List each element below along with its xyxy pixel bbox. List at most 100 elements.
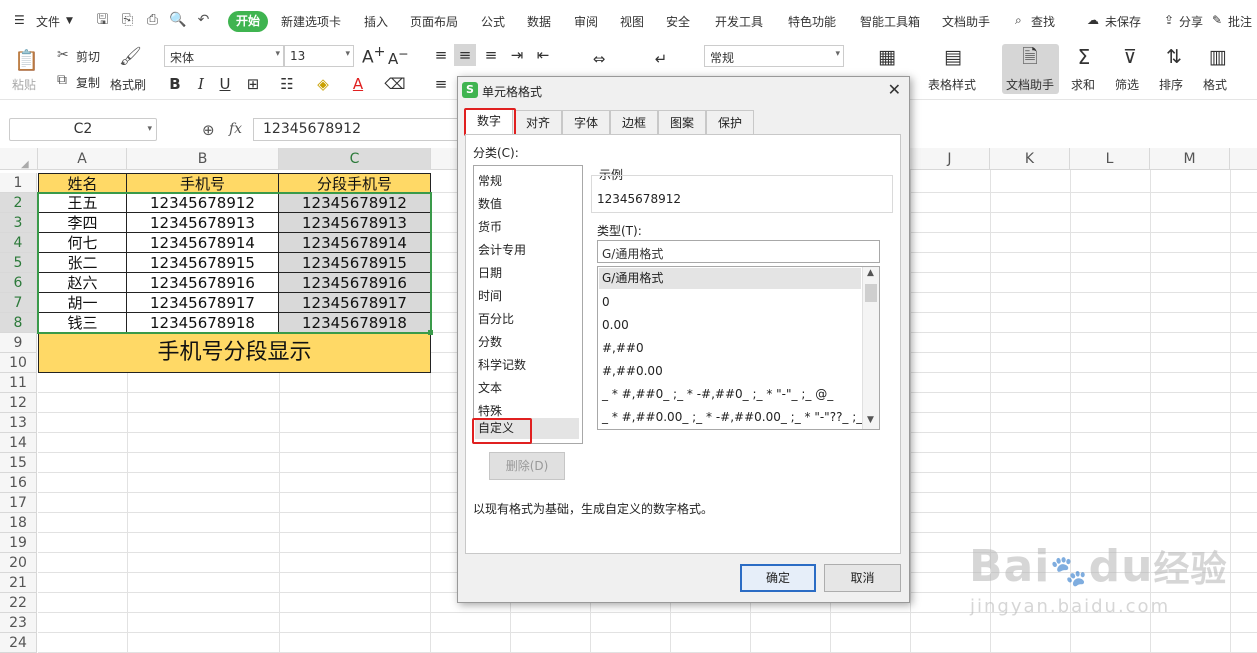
row-header[interactable]: 5 [0, 253, 37, 273]
cell-name[interactable]: 王五 [38, 193, 127, 213]
row-header[interactable]: 1 [0, 173, 37, 193]
type-item[interactable]: #,##0 [602, 341, 644, 355]
menu-view[interactable]: 视图 [620, 13, 644, 30]
cell-segmented-phone[interactable]: 12345678913 [279, 213, 431, 233]
row-header[interactable]: 24 [0, 633, 37, 653]
menu-developer[interactable]: 开发工具 [715, 13, 763, 30]
menu-file[interactable]: 文件 [36, 13, 60, 30]
sort-button[interactable]: 排序 [1159, 76, 1183, 93]
filter-button[interactable]: 筛选 [1115, 76, 1139, 93]
format-icon[interactable]: ▥ [1207, 46, 1229, 68]
row-header[interactable]: 11 [0, 373, 37, 393]
cell-segmented-phone[interactable]: 12345678918 [279, 313, 431, 333]
comment-icon[interactable]: ✎ [1212, 13, 1222, 27]
number-format-select[interactable]: 常规 ▾ [704, 45, 844, 67]
font-color-icon[interactable]: A [347, 73, 369, 95]
banner-cell[interactable]: 手机号分段显示 [38, 333, 431, 373]
format-painter-icon[interactable]: 🖌 [119, 46, 142, 68]
format-painter-button[interactable]: 格式刷 [110, 76, 146, 93]
type-item[interactable]: #,##0.00 [602, 364, 663, 378]
select-all-corner[interactable]: ◢ [0, 148, 38, 170]
table-style-icon[interactable]: ▤ [942, 46, 964, 68]
indent-icon[interactable]: ⇥ [506, 44, 528, 66]
fx-button[interactable]: fx [229, 121, 242, 137]
row-header[interactable]: 17 [0, 493, 37, 513]
row-header[interactable]: 19 [0, 533, 37, 553]
header-cell-phone[interactable]: 手机号 [127, 173, 279, 193]
row-header[interactable]: 13 [0, 413, 37, 433]
row-header[interactable]: 23 [0, 613, 37, 633]
category-item[interactable]: 科学记数 [478, 356, 526, 373]
column-header-k[interactable]: K [990, 148, 1070, 170]
sum-icon[interactable]: Σ [1073, 46, 1095, 68]
font-size-select[interactable]: 13 ▾ [284, 45, 354, 67]
cell-style-icon[interactable]: ☷ [276, 73, 298, 95]
align-top-icon[interactable]: ≡ [430, 44, 452, 66]
save-icon[interactable]: 🖫 [94, 12, 111, 29]
scroll-down-icon[interactable]: ▼ [867, 415, 874, 425]
cell-name[interactable]: 李四 [38, 213, 127, 233]
category-item[interactable]: 时间 [478, 287, 502, 304]
cell-phone[interactable]: 12345678912 [127, 193, 279, 213]
wrap-icon[interactable]: ↵ [650, 48, 672, 70]
align-left-icon[interactable]: ≡ [430, 73, 452, 95]
row-header[interactable]: 2 [0, 193, 37, 213]
underline-button[interactable]: U [214, 73, 236, 95]
table-style-button[interactable]: 表格样式 [928, 76, 976, 93]
outdent-icon[interactable]: ⇤ [532, 44, 554, 66]
category-item[interactable]: 分数 [478, 333, 502, 350]
tab-font[interactable]: 字体 [562, 110, 610, 134]
column-header-m[interactable]: M [1150, 148, 1230, 170]
row-header[interactable]: 10 [0, 353, 37, 373]
tab-pattern[interactable]: 图案 [658, 110, 706, 134]
tab-border[interactable]: 边框 [610, 110, 658, 134]
menu-home-tab[interactable]: 开始 [228, 11, 268, 32]
type-input[interactable]: G/通用格式 [597, 240, 880, 263]
unsaved-status[interactable]: 未保存 [1105, 13, 1141, 30]
comment-button[interactable]: 批注 [1228, 13, 1252, 30]
ok-button[interactable]: 确定 [740, 564, 816, 592]
cell-segmented-phone[interactable]: 12345678917 [279, 293, 431, 313]
share-icon[interactable]: ⇪ [1164, 13, 1174, 27]
cell-name[interactable]: 张二 [38, 253, 127, 273]
cell-segmented-phone[interactable]: 12345678915 [279, 253, 431, 273]
copy-button[interactable]: 复制 [76, 74, 100, 91]
row-header[interactable]: 16 [0, 473, 37, 493]
align-bottom-icon[interactable]: ≡ [480, 44, 502, 66]
row-header[interactable]: 12 [0, 393, 37, 413]
category-item[interactable]: 特殊 [478, 402, 502, 419]
header-cell-name[interactable]: 姓名 [38, 173, 127, 193]
row-header[interactable]: 7 [0, 293, 37, 313]
format-button[interactable]: 格式 [1203, 76, 1227, 93]
menu-formula[interactable]: 公式 [481, 13, 505, 30]
category-list[interactable]: 常规 数值 货币 会计专用 日期 时间 百分比 分数 科学记数 文本 特殊 自定义 [473, 165, 583, 444]
row-header[interactable]: 22 [0, 593, 37, 613]
close-icon[interactable]: ✕ [888, 80, 901, 99]
paste-button[interactable]: 粘贴 [12, 76, 36, 93]
cell-name[interactable]: 胡一 [38, 293, 127, 313]
italic-button[interactable]: I [190, 73, 212, 95]
row-header[interactable]: 21 [0, 573, 37, 593]
header-cell-segmented-phone[interactable]: 分段手机号 [279, 173, 431, 193]
cloud-icon[interactable]: ☁ [1087, 13, 1099, 27]
row-header[interactable]: 14 [0, 433, 37, 453]
sum-button[interactable]: 求和 [1071, 76, 1095, 93]
menu-search[interactable]: 查找 [1031, 13, 1055, 30]
copy-icon[interactable]: ⧉ [57, 72, 67, 88]
print-icon[interactable]: ⎙ [144, 12, 161, 29]
hamburger-icon[interactable]: ☰ [14, 13, 25, 27]
print-preview-icon[interactable]: 🔍 [169, 12, 186, 29]
row-header[interactable]: 4 [0, 233, 37, 253]
filter-icon[interactable]: ⊽ [1119, 46, 1141, 68]
cancel-button[interactable]: 取消 [824, 564, 901, 592]
menu-page-layout[interactable]: 页面布局 [410, 13, 458, 30]
cell-segmented-phone[interactable]: 12345678912 [279, 193, 431, 213]
tab-alignment[interactable]: 对齐 [514, 110, 562, 134]
type-item[interactable]: G/通用格式 [599, 268, 861, 289]
scroll-thumb[interactable] [865, 284, 877, 302]
undo-icon[interactable]: ↶ [195, 12, 212, 29]
scissors-icon[interactable]: ✂ [57, 47, 69, 63]
cell-phone[interactable]: 12345678918 [127, 313, 279, 333]
menu-smart-toolbox[interactable]: 智能工具箱 [860, 13, 920, 30]
paste-icon[interactable]: 📋 [14, 48, 39, 72]
